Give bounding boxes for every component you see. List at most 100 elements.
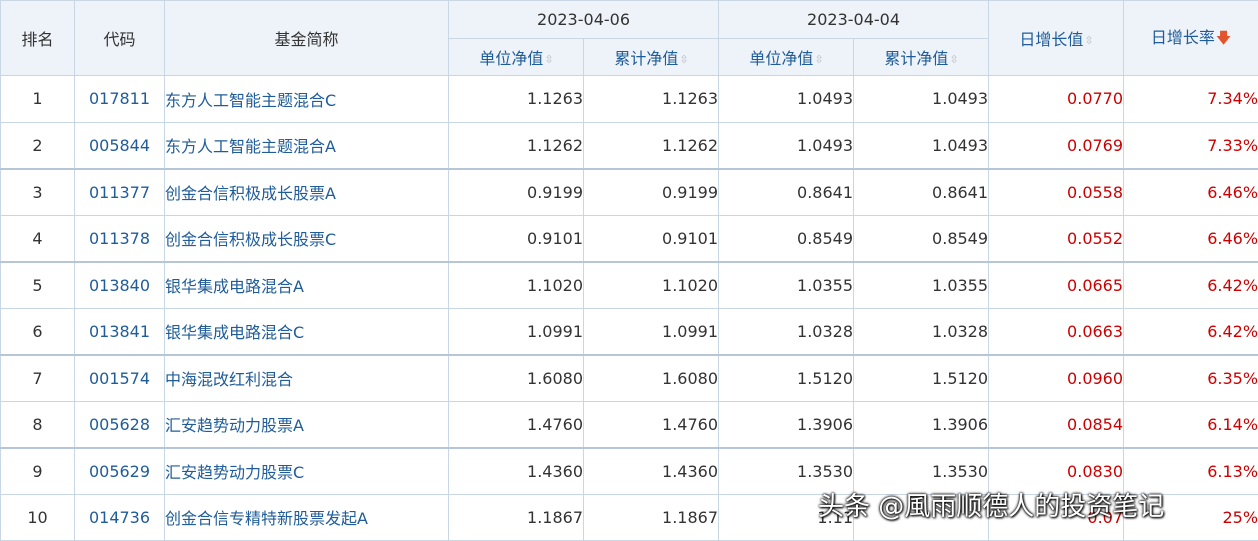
sort-unit-nav-2-label: 单位净值	[749, 49, 813, 68]
acc-nav-1-cell: 1.1263	[662, 89, 718, 108]
table-row: 10014736创金合信专精特新股票发起A1.18671.18671.110.0…	[1, 494, 1258, 541]
unit-nav-2-cell: 1.3530	[797, 462, 853, 481]
fund-code-link[interactable]: 001574	[89, 369, 150, 388]
unit-nav-1-cell: 0.9199	[449, 169, 584, 216]
sort-unit-nav-1[interactable]: 单位净值⇳	[449, 39, 584, 76]
sort-daily-rate-label: 日增长率	[1151, 28, 1215, 47]
unit-nav-1-cell: 0.9101	[527, 229, 583, 248]
daily-change-cell: 0.0770	[1067, 89, 1123, 108]
rank-cell: 7	[1, 355, 75, 402]
sort-acc-nav-2-label: 累计净值	[884, 49, 948, 68]
sort-acc-nav-2[interactable]: 累计净值⇳	[854, 39, 989, 76]
daily-change-cell: 0.0960	[1067, 369, 1123, 388]
fund-name-link[interactable]: 中海混改红利混合	[165, 370, 293, 389]
daily-rate-cell: 6.46%	[1207, 229, 1258, 248]
acc-nav-1-cell: 0.9199	[584, 169, 719, 216]
unit-nav-1-cell: 1.1262	[449, 122, 584, 169]
rank-cell: 9	[1, 448, 75, 495]
unit-nav-1-cell: 1.1262	[527, 136, 583, 155]
fund-code-cell: 005628	[75, 401, 165, 448]
daily-rate-cell: 6.46%	[1124, 215, 1258, 262]
fund-name-cell: 汇安趋势动力股票C	[165, 448, 449, 495]
acc-nav-1-cell: 1.4760	[584, 401, 719, 448]
sort-daily-rate[interactable]: 日增长率🡇	[1124, 1, 1258, 76]
sort-acc-nav-1[interactable]: 累计净值⇳	[584, 39, 719, 76]
fund-code-cell: 011377	[75, 169, 165, 216]
acc-nav-2-cell: 1.0493	[932, 136, 988, 155]
fund-code-link[interactable]: 013840	[89, 276, 150, 295]
rank-cell: 1	[32, 89, 42, 108]
fund-name-link[interactable]: 汇安趋势动力股票A	[165, 416, 304, 435]
acc-nav-1-cell: 1.6080	[662, 369, 718, 388]
daily-rate-cell: 25%	[1222, 508, 1258, 527]
rank-cell: 10	[27, 508, 47, 527]
table-body: 1017811东方人工智能主题混合C1.12631.12631.04931.04…	[1, 76, 1258, 541]
rank-cell: 3	[1, 169, 75, 216]
sort-updown-icon: ⇳	[1084, 34, 1092, 47]
table-row: 1017811东方人工智能主题混合C1.12631.12631.04931.04…	[1, 76, 1258, 123]
daily-change-cell: 0.0665	[989, 262, 1124, 309]
unit-nav-1-cell: 1.1020	[527, 276, 583, 295]
acc-nav-1-cell: 1.6080	[584, 355, 719, 402]
header-name: 基金简称	[165, 1, 449, 76]
header-code: 代码	[75, 1, 165, 76]
fund-code-cell: 013841	[75, 308, 165, 355]
daily-change-cell: 0.0770	[989, 76, 1124, 123]
daily-rate-cell: 6.14%	[1207, 415, 1258, 434]
daily-change-cell: 0.0663	[989, 308, 1124, 355]
fund-code-link[interactable]: 011378	[89, 229, 150, 248]
fund-name-link[interactable]: 银华集成电路混合C	[165, 323, 304, 342]
sort-daily-change[interactable]: 日增长值⇳	[989, 1, 1124, 76]
table-row: 3011377创金合信积极成长股票A0.91990.91990.86410.86…	[1, 169, 1258, 216]
header-date-1: 2023-04-06	[449, 1, 719, 39]
acc-nav-2-cell: 1.0355	[854, 262, 989, 309]
fund-code-link[interactable]: 017811	[89, 89, 150, 108]
sort-unit-nav-2[interactable]: 单位净值⇳	[719, 39, 854, 76]
daily-rate-cell: 6.35%	[1207, 369, 1258, 388]
unit-nav-2-cell: 1.0355	[797, 276, 853, 295]
unit-nav-1-cell: 1.1867	[527, 508, 583, 527]
unit-nav-1-cell: 0.9101	[449, 215, 584, 262]
fund-code-cell: 013840	[75, 262, 165, 309]
daily-rate-cell: 7.34%	[1207, 89, 1258, 108]
daily-rate-cell: 6.35%	[1124, 355, 1258, 402]
table-row: 2005844东方人工智能主题混合A1.12621.12621.04931.04…	[1, 122, 1258, 169]
fund-code-link[interactable]: 005844	[89, 136, 150, 155]
fund-name-link[interactable]: 汇安趋势动力股票C	[165, 463, 304, 482]
sort-daily-change-label: 日增长值	[1019, 30, 1083, 49]
daily-rate-cell: 6.46%	[1207, 183, 1258, 202]
acc-nav-1-cell: 1.1867	[662, 508, 718, 527]
unit-nav-2-cell: 1.3906	[797, 415, 853, 434]
fund-name-link[interactable]: 东方人工智能主题混合C	[165, 91, 336, 110]
fund-code-link[interactable]: 014736	[89, 508, 150, 527]
fund-name-cell: 创金合信积极成长股票A	[165, 169, 449, 216]
unit-nav-1-cell: 1.6080	[449, 355, 584, 402]
fund-code-link[interactable]: 013841	[89, 322, 150, 341]
unit-nav-1-cell: 0.9199	[527, 183, 583, 202]
fund-name-link[interactable]: 创金合信积极成长股票A	[165, 184, 336, 203]
header-date-2-label: 2023-04-04	[807, 10, 900, 29]
fund-name-link[interactable]: 创金合信专精特新股票发起A	[165, 509, 368, 528]
fund-code-link[interactable]: 005628	[89, 415, 150, 434]
acc-nav-2-cell	[854, 494, 989, 541]
fund-name-link[interactable]: 创金合信积极成长股票C	[165, 230, 336, 249]
daily-change-cell: 0.0558	[1067, 183, 1123, 202]
sort-updown-icon: ⇳	[679, 53, 687, 66]
acc-nav-2-cell: 1.3906	[854, 401, 989, 448]
unit-nav-2-cell: 1.0355	[719, 262, 854, 309]
acc-nav-2-cell: 0.8641	[932, 183, 988, 202]
rank-cell: 8	[32, 415, 42, 434]
fund-name-link[interactable]: 银华集成电路混合A	[165, 277, 304, 296]
fund-code-cell: 011378	[75, 215, 165, 262]
fund-code-link[interactable]: 005629	[89, 462, 150, 481]
daily-change-cell: 0.0663	[1067, 322, 1123, 341]
fund-code-cell: 014736	[75, 494, 165, 541]
table-row: 4011378创金合信积极成长股票C0.91010.91010.85490.85…	[1, 215, 1258, 262]
acc-nav-2-cell: 0.8641	[854, 169, 989, 216]
fund-code-link[interactable]: 011377	[89, 183, 150, 202]
rank-cell: 4	[1, 215, 75, 262]
fund-name-link[interactable]: 东方人工智能主题混合A	[165, 137, 336, 156]
daily-rate-cell: 6.13%	[1207, 462, 1258, 481]
unit-nav-1-cell: 1.0991	[527, 322, 583, 341]
acc-nav-2-cell: 0.8549	[854, 215, 989, 262]
